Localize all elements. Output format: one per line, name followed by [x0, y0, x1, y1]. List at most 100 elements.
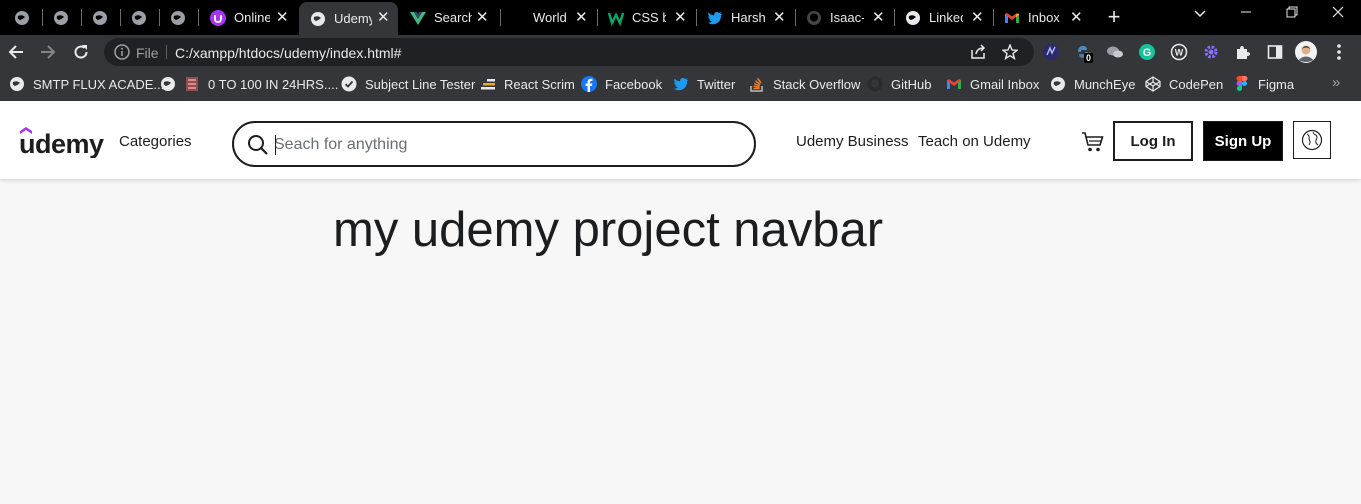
- log-in-button[interactable]: Log In: [1113, 121, 1193, 161]
- github-icon: [806, 10, 822, 26]
- udemy-business-link[interactable]: Udemy Business: [796, 133, 909, 150]
- cart-icon[interactable]: [1081, 130, 1105, 154]
- tab-udemy[interactable]: Udemy ✕: [299, 2, 398, 35]
- bookmark-label: React Scrim: [504, 76, 575, 92]
- browser-tabstrip: Online ✕ Udemy ✕ Search ✕ World ✕ CSS bo…: [0, 0, 1361, 35]
- bookmark-label: 0 TO 100 IN 24HRS....: [208, 76, 339, 92]
- vue-icon: [410, 10, 426, 26]
- close-tab-icon[interactable]: ✕: [476, 8, 489, 26]
- search-icon[interactable]: [247, 134, 269, 156]
- gmail-icon: [1004, 10, 1020, 26]
- teach-on-udemy-link[interactable]: Teach on Udemy: [918, 133, 1031, 150]
- tab-inbox[interactable]: Inbox ✕: [1004, 0, 1086, 35]
- svg-text:W: W: [1175, 48, 1184, 58]
- bookmark-label: CodePen: [1169, 76, 1224, 92]
- bookmark-item[interactable]: MunchEye: [1050, 76, 1135, 92]
- globe-icon: [905, 10, 921, 26]
- bookmark-item[interactable]: Facebook: [581, 76, 662, 92]
- bookmarks-overflow-chevron-icon[interactable]: »: [1332, 74, 1340, 91]
- close-tab-icon[interactable]: ✕: [872, 8, 885, 26]
- tab-separator: [795, 9, 796, 26]
- bookmark-item[interactable]: Stack Overflow: [749, 76, 860, 92]
- close-tab-icon[interactable]: ✕: [276, 8, 289, 26]
- tab-search-chevron-icon[interactable]: [1188, 5, 1212, 21]
- extensions-puzzle-icon[interactable]: [1231, 40, 1255, 64]
- tab-isaac[interactable]: Isaac-I ✕: [806, 0, 886, 35]
- close-tab-icon[interactable]: ✕: [971, 8, 984, 26]
- bookmark-label: Twitter: [697, 76, 736, 92]
- search-input[interactable]: [274, 133, 734, 157]
- share-icon[interactable]: [966, 40, 990, 64]
- stack-icon: [184, 76, 200, 92]
- tab-css[interactable]: CSS bo ✕: [608, 0, 688, 35]
- tab-globe-4[interactable]: [131, 0, 155, 35]
- search-bar[interactable]: [232, 121, 756, 167]
- bookmark-item[interactable]: 0 TO 100 IN 24HRS....: [160, 76, 338, 92]
- side-panel-icon[interactable]: [1263, 40, 1287, 64]
- tab-globe-5[interactable]: [170, 0, 194, 35]
- url-text[interactable]: C:/xampp/htdocs/udemy/index.html#: [175, 45, 401, 61]
- bookmark-item[interactable]: Subject Line Tester: [341, 76, 475, 92]
- categories-link[interactable]: Categories: [119, 133, 192, 150]
- tab-title: Linked: [929, 10, 963, 25]
- sign-up-button[interactable]: Sign Up: [1203, 121, 1283, 161]
- bookmark-item[interactable]: CodePen: [1145, 76, 1223, 92]
- extension-gear-icon[interactable]: [1199, 40, 1223, 64]
- tab-separator: [500, 9, 501, 26]
- back-arrow-icon[interactable]: [4, 40, 28, 64]
- tab-search[interactable]: Search ✕: [410, 0, 498, 35]
- close-tab-icon[interactable]: ✕: [773, 8, 786, 26]
- bookmark-item[interactable]: Gmail Inbox: [946, 76, 1039, 92]
- tab-separator: [42, 9, 43, 26]
- tab-separator: [993, 9, 994, 26]
- tab-harsh[interactable]: Harsh ✕: [707, 0, 787, 35]
- tab-world[interactable]: World ✕: [509, 0, 589, 35]
- extension-python-icon[interactable]: 0: [1071, 40, 1095, 64]
- forward-arrow-icon[interactable]: [36, 40, 60, 64]
- tab-title: World: [533, 10, 567, 25]
- bookmark-item[interactable]: SMTP FLUX ACADE...: [9, 76, 164, 92]
- tab-linked[interactable]: Linked ✕: [905, 0, 985, 35]
- extension-chat-icon[interactable]: [1103, 40, 1127, 64]
- figma-icon: [1234, 76, 1250, 92]
- restore-icon[interactable]: [1280, 5, 1304, 21]
- extension-wave-icon[interactable]: [1039, 40, 1063, 64]
- star-bookmark-icon[interactable]: [998, 40, 1022, 64]
- reload-icon[interactable]: [69, 40, 93, 64]
- grammarly-icon[interactable]: G: [1135, 40, 1159, 64]
- tab-globe-3[interactable]: [92, 0, 116, 35]
- menu-kebab-icon[interactable]: [1327, 40, 1351, 64]
- tab-globe-2[interactable]: [53, 0, 77, 35]
- globe-icon: [310, 11, 326, 27]
- bookmark-item[interactable]: GitHub: [867, 76, 931, 92]
- close-tab-icon[interactable]: ✕: [575, 8, 588, 26]
- address-bar[interactable]: File C:/xampp/htdocs/udemy/index.html#: [104, 38, 1034, 66]
- globe-icon: [131, 10, 147, 26]
- tab-title: Inbox: [1028, 10, 1060, 25]
- info-icon[interactable]: [110, 40, 134, 64]
- language-button[interactable]: [1293, 121, 1331, 159]
- minimize-icon[interactable]: [1234, 5, 1258, 21]
- close-window-icon[interactable]: [1326, 5, 1350, 21]
- udemy-logo[interactable]: udemy: [19, 122, 111, 159]
- profile-avatar[interactable]: [1294, 40, 1318, 64]
- close-tab-icon[interactable]: ✕: [674, 8, 687, 26]
- tab-globe-1[interactable]: [14, 0, 38, 35]
- twitter-icon: [673, 76, 689, 92]
- extension-w-icon[interactable]: W: [1167, 40, 1191, 64]
- tab-separator: [894, 9, 895, 26]
- globe-icon: [92, 10, 108, 26]
- bookmark-label: Figma: [1258, 76, 1295, 92]
- bookmark-item[interactable]: Figma: [1234, 76, 1294, 92]
- scheme-label: File: [136, 45, 159, 61]
- close-tab-icon[interactable]: ✕: [1070, 8, 1083, 26]
- bookmark-item[interactable]: Twitter: [673, 76, 735, 92]
- tab-title: Search: [434, 10, 472, 25]
- tab-title: Udemy: [334, 11, 372, 26]
- new-tab-plus-icon[interactable]: +: [1102, 4, 1126, 30]
- bookmark-item[interactable]: React Scrim: [480, 76, 575, 92]
- close-tab-icon[interactable]: ✕: [377, 8, 390, 26]
- bookmark-label: SMTP FLUX ACADE...: [33, 76, 165, 92]
- globe-icon: [9, 76, 25, 92]
- tab-online[interactable]: Online ✕: [210, 0, 298, 35]
